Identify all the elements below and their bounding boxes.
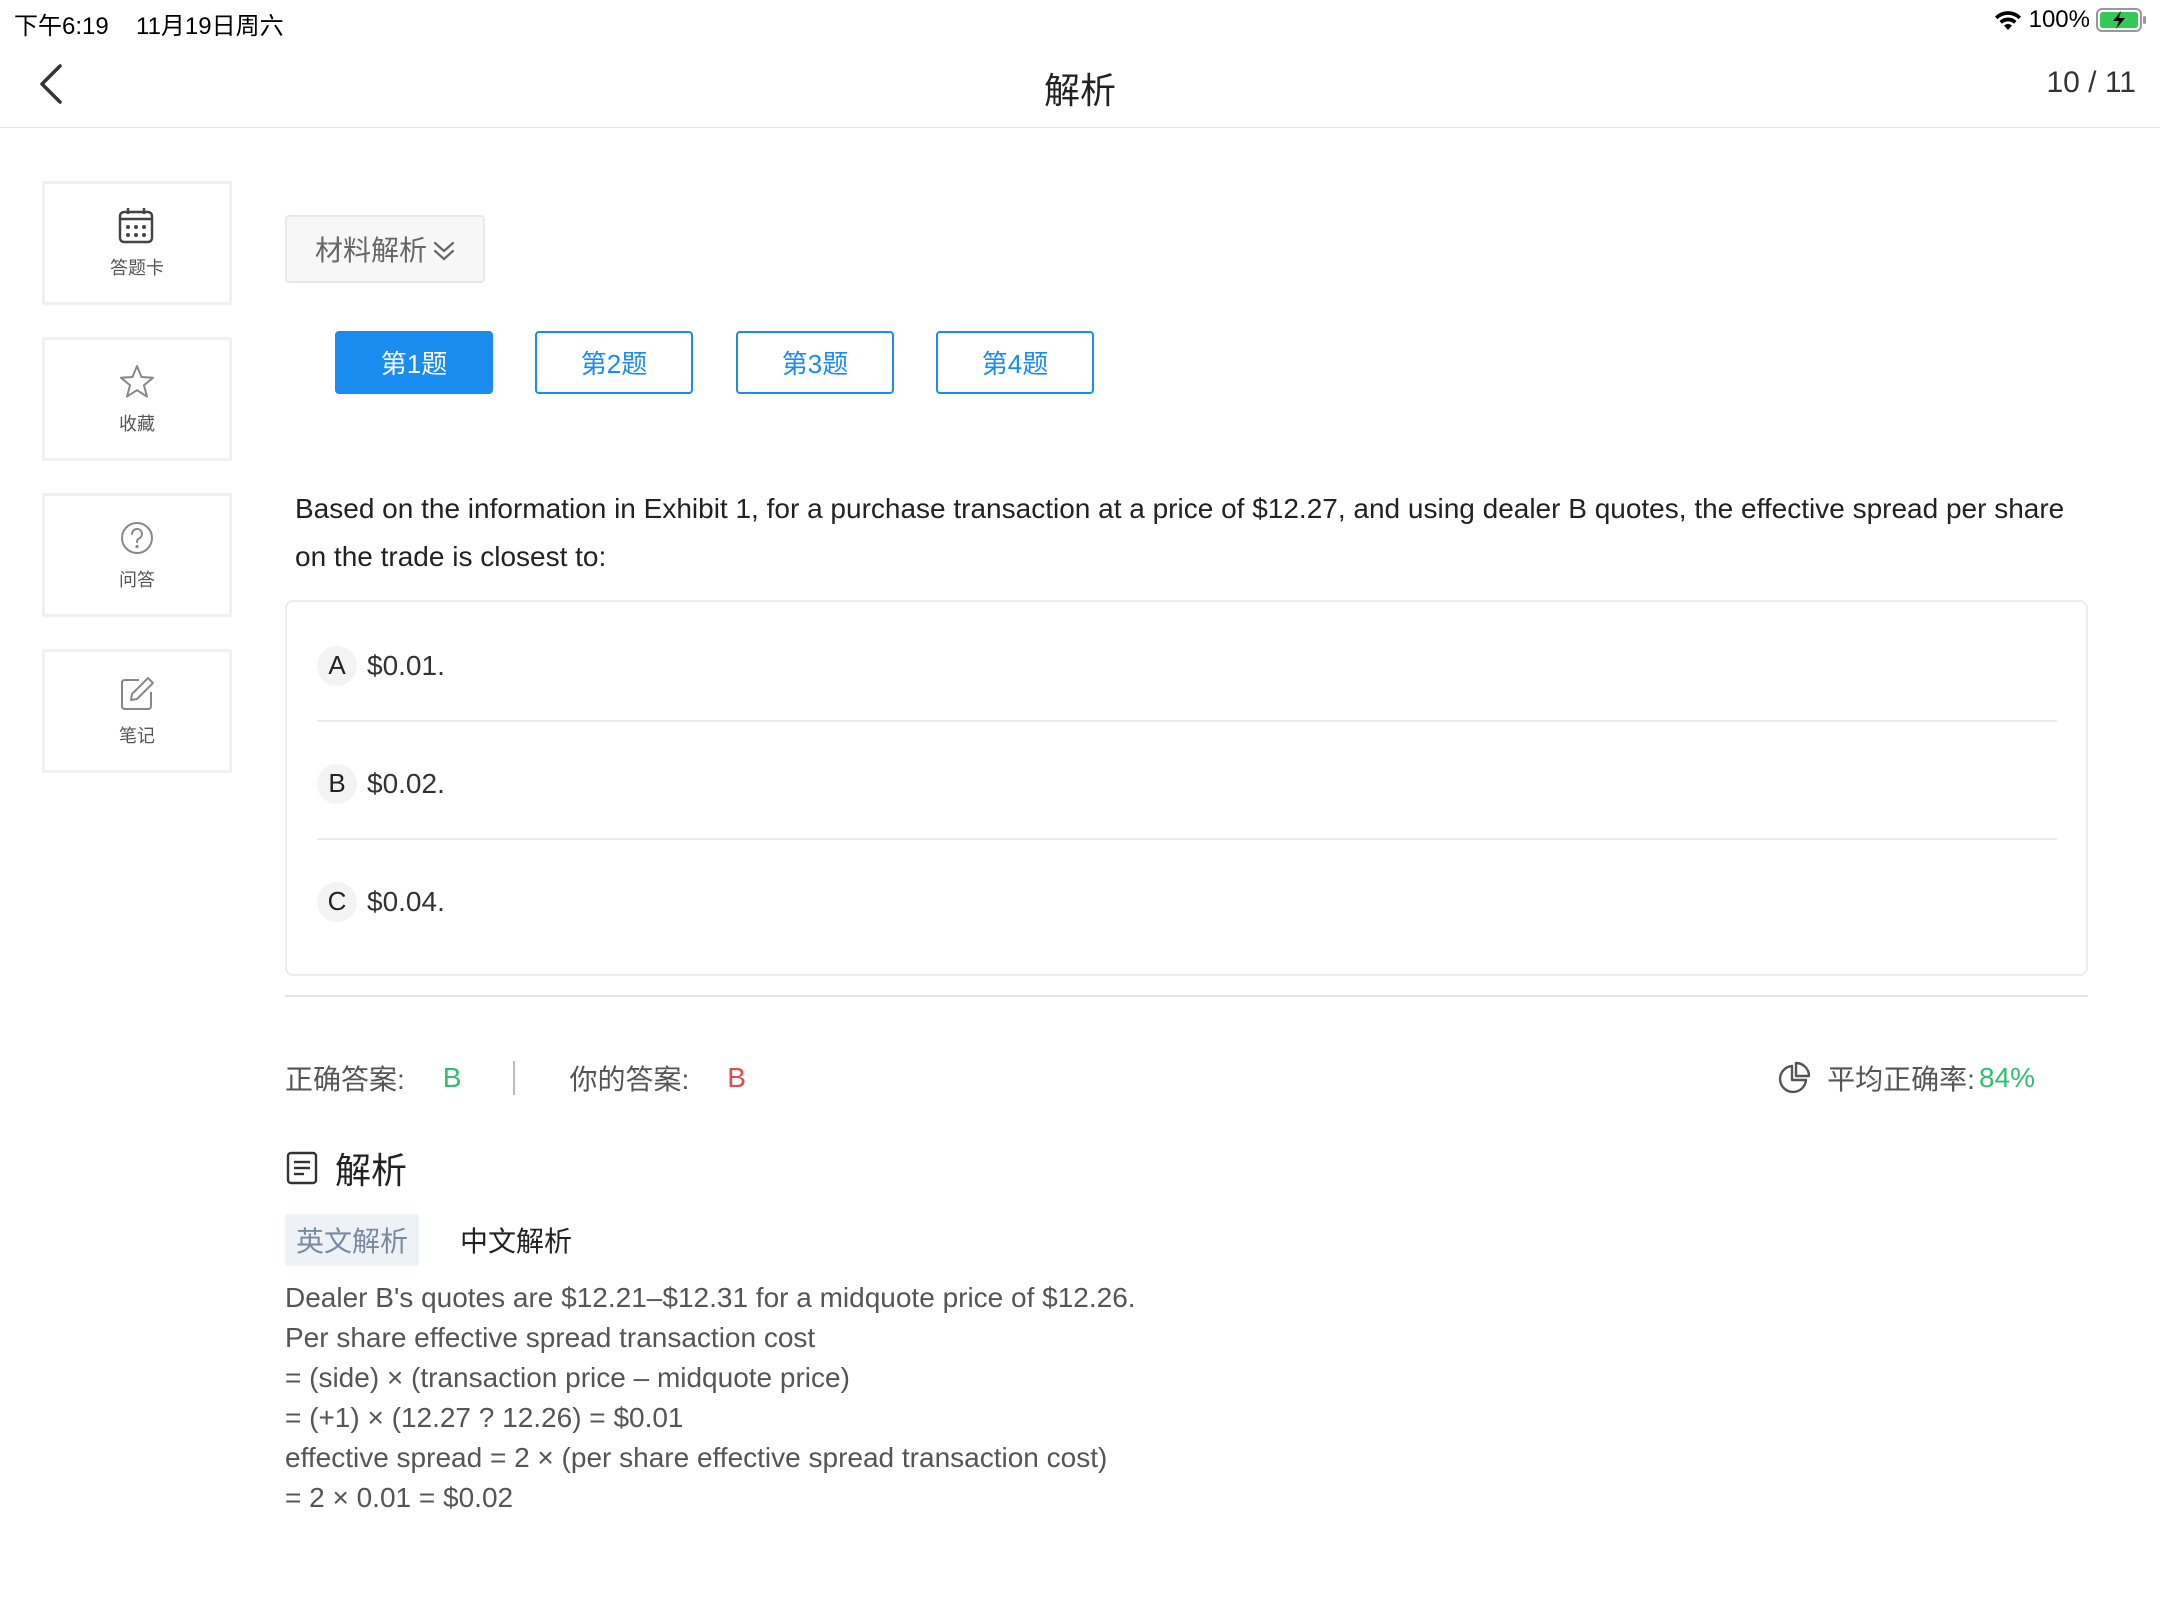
average-accuracy-value: 84% xyxy=(1978,1062,2035,1093)
average-accuracy: 平均正确率: 84% xyxy=(1777,1058,2035,1098)
wifi-icon xyxy=(1994,11,2021,30)
question-circle-icon xyxy=(121,522,153,554)
analysis-line: = 2 × 0.01 = $0.02 xyxy=(285,1482,514,1513)
option-letter: C xyxy=(317,881,357,922)
pie-chart-icon xyxy=(1779,1061,1811,1094)
tab-question-2[interactable]: 第2题 xyxy=(535,331,693,394)
option-text: $0.02. xyxy=(367,767,445,799)
status-indicators: 100% xyxy=(1993,4,2148,36)
options-list: A $0.01. B $0.02. C $0.04. xyxy=(285,600,2088,976)
option-letter: A xyxy=(317,645,357,686)
tab-question-3[interactable]: 第3题 xyxy=(736,331,894,394)
your-answer-label: 你的答案: xyxy=(569,1064,690,1095)
status-date: 11月19日周六 xyxy=(136,13,284,40)
tab-chinese-analysis[interactable]: 中文解析 xyxy=(460,1214,572,1266)
sidebar-item-qa[interactable]: 问答 xyxy=(42,493,232,617)
sidebar-item-notes[interactable]: 笔记 xyxy=(42,649,232,773)
analysis-line: Dealer B's quotes are $12.21–$12.31 for … xyxy=(285,1282,1136,1313)
average-accuracy-label: 平均正确率: xyxy=(1827,1064,1975,1095)
analysis-line: Per share effective spread transaction c… xyxy=(285,1322,816,1353)
option-letter: B xyxy=(317,763,357,804)
status-time: 下午6:19 xyxy=(14,13,109,40)
edit-note-icon xyxy=(121,677,154,710)
battery-charging-icon xyxy=(2096,8,2146,32)
section-divider xyxy=(285,995,2088,997)
app-root: 下午6:19 11月19日周六 100% 解析 10 / 11 答题卡 收藏 问… xyxy=(0,0,2160,1620)
page-counter: 10 / 11 xyxy=(2046,66,2136,99)
sidebar-label-notes: 笔记 xyxy=(119,726,155,746)
sidebar-label-favorite: 收藏 xyxy=(119,414,155,434)
option-c[interactable]: C $0.04. xyxy=(317,843,2057,960)
your-answer-value: B xyxy=(727,1062,746,1093)
status-bar: 下午6:19 11月19日周六 100% xyxy=(0,0,2160,40)
answer-summary: 正确答案: B 你的答案: B xyxy=(285,1058,746,1098)
calendar-grid-icon xyxy=(118,208,154,244)
option-b[interactable]: B $0.02. xyxy=(317,725,2057,842)
document-icon xyxy=(286,1151,318,1185)
analysis-content: Dealer B's quotes are $12.21–$12.31 for … xyxy=(285,1278,1985,1518)
analysis-line: = (+1) × (12.27 ? 12.26) = $0.01 xyxy=(285,1402,684,1433)
sidebar-item-answer-card[interactable]: 答题卡 xyxy=(42,181,232,305)
question-text: Based on the information in Exhibit 1, f… xyxy=(295,493,2065,572)
star-icon xyxy=(120,365,154,398)
correct-answer-label: 正确答案: xyxy=(285,1064,405,1095)
analysis-line: effective spread = 2 × (per share effect… xyxy=(285,1442,1108,1473)
tab-question-4[interactable]: 第4题 xyxy=(936,331,1094,394)
tab-english-analysis[interactable]: 英文解析 xyxy=(285,1214,419,1266)
double-chevron-down-icon xyxy=(433,241,455,261)
option-divider xyxy=(317,720,2057,722)
sidebar-label-qa: 问答 xyxy=(119,570,155,590)
material-analysis-dropdown[interactable]: 材料解析 xyxy=(285,215,485,283)
tab-question-1[interactable]: 第1题 xyxy=(335,331,493,394)
answer-separator xyxy=(513,1061,516,1095)
sidebar-item-favorite[interactable]: 收藏 xyxy=(42,337,232,461)
sidebar-label-answer-card: 答题卡 xyxy=(110,258,164,278)
analysis-header: 解析 xyxy=(285,1146,407,1191)
page-title: 解析 xyxy=(1043,70,1116,111)
analysis-line: = (side) × (transaction price – midquote… xyxy=(285,1362,850,1393)
option-text: $0.01. xyxy=(367,649,445,681)
option-divider xyxy=(317,838,2057,840)
option-text: $0.04. xyxy=(367,885,445,917)
correct-answer-value: B xyxy=(442,1062,462,1093)
material-analysis-label: 材料解析 xyxy=(315,235,428,266)
battery-percent: 100% xyxy=(2028,6,2090,33)
option-a[interactable]: A $0.01. xyxy=(317,607,2057,724)
analysis-title: 解析 xyxy=(335,1150,408,1191)
nav-bar: 解析 10 / 11 xyxy=(0,40,2160,128)
